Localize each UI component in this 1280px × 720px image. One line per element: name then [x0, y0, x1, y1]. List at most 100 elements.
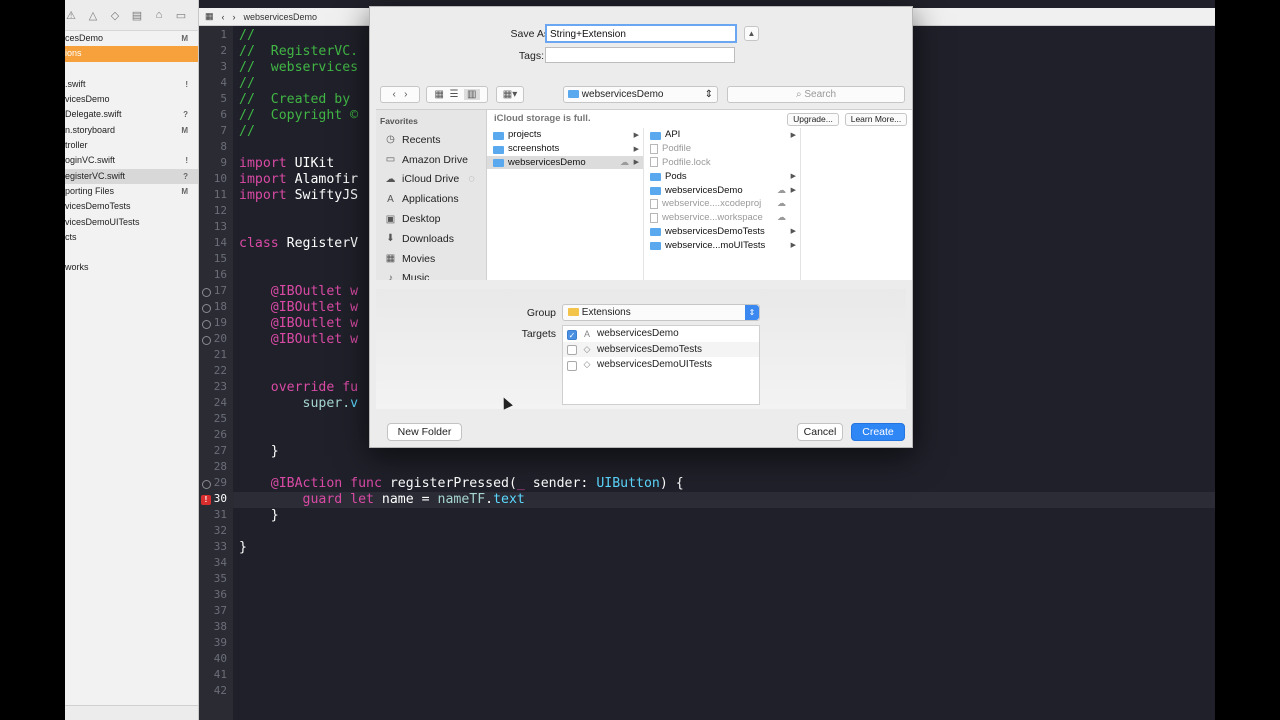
sidebar-item-applications[interactable]: A Applications [376, 189, 486, 209]
file-item[interactable]: webservicesDemo ☁ ▶ [487, 155, 643, 170]
error-icon[interactable]: ! [201, 495, 211, 505]
navigator-item[interactable]: Delegate.swift? [65, 107, 198, 122]
back-arrow-icon[interactable]: ‹ [222, 12, 225, 22]
navigator-item[interactable]: oginVC.swift! [65, 153, 198, 168]
create-button[interactable]: Create [851, 423, 905, 441]
new-folder-button[interactable]: New Folder [387, 423, 462, 441]
debug-icon[interactable]: ▤ [131, 9, 143, 22]
column-view-icon[interactable]: ▥ [464, 89, 480, 100]
navigator-item[interactable] [65, 245, 198, 260]
target-checkbox[interactable] [567, 360, 577, 371]
location-popup[interactable]: webservicesDemo ⇕ [563, 86, 718, 103]
desktop-icon: ▣ [385, 213, 396, 225]
file-item-label: webservice...workspace [662, 212, 763, 224]
tags-label: Tags: [518, 50, 544, 62]
upgrade-button[interactable]: Upgrade... [787, 113, 839, 126]
navigator-item-label: vicesDemo [65, 94, 110, 105]
file-item[interactable]: webservice....xcodeproj ☁ [644, 197, 800, 211]
code-token: override fu [239, 380, 359, 395]
icon-view-icon[interactable]: ▦ [435, 89, 444, 100]
scm-status-badge: M [181, 125, 188, 135]
new-file-save-dialog: Save As: String+Extension ▲ Tags: ‹ › ▦ … [369, 6, 913, 448]
file-item-label: Pods [665, 170, 687, 182]
outlet-connection-icon[interactable] [202, 320, 211, 329]
file-item[interactable]: API ▶ [644, 128, 800, 142]
view-mode-buttons[interactable]: ▦ ☰ ▥ [426, 86, 488, 103]
back-forward-buttons[interactable]: ‹ › [380, 86, 420, 103]
navigator-item[interactable]: works [65, 260, 198, 275]
file-item[interactable]: Podfile [644, 142, 800, 156]
navigator-item[interactable]: cts [65, 230, 198, 245]
navigator-item-label: cesDemo [65, 33, 104, 43]
line-gutter[interactable]: 1 2 3 4 5 6 7 8 9 10 11 12 13 14 15 16 17 18 19 20 21 22 23 24 2… [199, 26, 233, 720]
file-item[interactable]: webservice...moUITests ▶ [644, 238, 800, 252]
sidebar-item-downloads[interactable]: ⬇ Downloads [376, 229, 486, 249]
favorites-sidebar: Favorites ◷ Recents ▭ Amazon Drive ☁ iCloud D… [376, 110, 487, 280]
folder-icon [650, 228, 661, 237]
code-token: } [239, 508, 279, 523]
list-view-icon[interactable]: ☰ [450, 89, 459, 100]
file-item[interactable]: webservice...workspace ☁ [644, 211, 800, 225]
file-item[interactable]: Podfile.lock [644, 156, 800, 170]
file-item[interactable]: screenshots ▶ [487, 142, 643, 156]
report-icon[interactable]: ▭ [175, 9, 187, 22]
line-number: 17 [213, 284, 227, 297]
sidebar-item-icloud-drive[interactable]: ☁ iCloud Drive ◌ [376, 170, 486, 190]
file-item[interactable]: Pods ▶ [644, 169, 800, 183]
learn-more-button[interactable]: Learn More... [845, 113, 907, 126]
group-value: Extensions [581, 307, 631, 318]
jumpbar-file[interactable]: webservicesDemo [244, 12, 318, 22]
cancel-button[interactable]: Cancel [797, 423, 843, 441]
navigator-item[interactable]: porting Files M [65, 184, 198, 199]
outlet-connection-icon[interactable] [202, 336, 211, 345]
test-icon[interactable]: ◇ [109, 9, 121, 22]
file-item[interactable]: projects ▶ [487, 128, 643, 142]
forward-arrow-icon[interactable]: › [233, 12, 236, 22]
tags-field[interactable] [545, 47, 735, 63]
save-as-label: Save As: [510, 28, 552, 40]
save-as-field[interactable]: String+Extension [545, 24, 737, 43]
search-field[interactable]: ⌕ Search [727, 86, 905, 103]
outlet-connection-icon[interactable] [202, 304, 211, 313]
navigator-item[interactable]: cesDemo M [65, 31, 198, 46]
target-row[interactable]: ◇ webservicesDemoTests [563, 341, 759, 357]
sidebar-item-music[interactable]: ♪ Music [376, 269, 486, 280]
navigator-item[interactable]: n.storyboard M [65, 123, 198, 138]
file-item[interactable]: webservicesDemoTests ▶ [644, 225, 800, 239]
arrange-button[interactable]: ▦▾ [496, 86, 524, 103]
navigator-item-label: n.storyboard [65, 124, 116, 135]
warning-icon[interactable]: ⚠ [65, 9, 77, 22]
grid-icon[interactable]: ▦ [205, 11, 214, 22]
forward-icon[interactable]: › [404, 89, 407, 100]
navigator-item[interactable] [65, 62, 198, 77]
navigator-item[interactable]: vicesDemoUITests [65, 215, 198, 230]
sidebar-item-movies[interactable]: ▦ Movies [376, 249, 486, 269]
navigator-item[interactable]: vicesDemo [65, 92, 198, 107]
target-checkbox[interactable] [567, 345, 577, 356]
search-icon: ⌕ [795, 89, 802, 100]
navigator-item[interactable]: ions [65, 46, 198, 62]
target-label: webservicesDemoTests [597, 343, 703, 355]
target-row[interactable]: ✓ AwebservicesDemo [563, 326, 759, 342]
warning-filter-icon[interactable]: △ [87, 9, 99, 22]
file-item[interactable]: webservicesDemo ☁ ▶ [644, 183, 800, 197]
outlet-connection-icon[interactable] [202, 288, 211, 297]
collapse-button[interactable]: ▲ [744, 26, 759, 41]
navigator-item[interactable]: troller [65, 138, 198, 153]
navigator-item[interactable]: egisterVC.swift? [65, 168, 198, 184]
sidebar-item-recents[interactable]: ◷ Recents [376, 130, 486, 150]
group-popup[interactable]: Extensions ⇕ [562, 304, 760, 321]
navigator-item[interactable]: .swift! [65, 77, 198, 92]
navigator-item[interactable]: vicesDemoTests [65, 199, 198, 214]
back-icon[interactable]: ‹ [392, 89, 395, 100]
sidebar-item-amazon-drive[interactable]: ▭ Amazon Drive [376, 150, 486, 170]
breakpoint-icon[interactable]: ⌂ [153, 9, 165, 21]
target-checkbox[interactable]: ✓ [567, 329, 577, 340]
code-token: registerPressed( [381, 476, 517, 491]
code-line: // [239, 124, 255, 139]
target-row[interactable]: ◇ webservicesDemoUITests [563, 357, 759, 373]
sidebar-item-label: Applications [402, 193, 459, 206]
sidebar-item-desktop[interactable]: ▣ Desktop [376, 209, 486, 229]
code-line: import Alamofir [239, 172, 358, 187]
outlet-connection-icon[interactable] [202, 480, 211, 489]
